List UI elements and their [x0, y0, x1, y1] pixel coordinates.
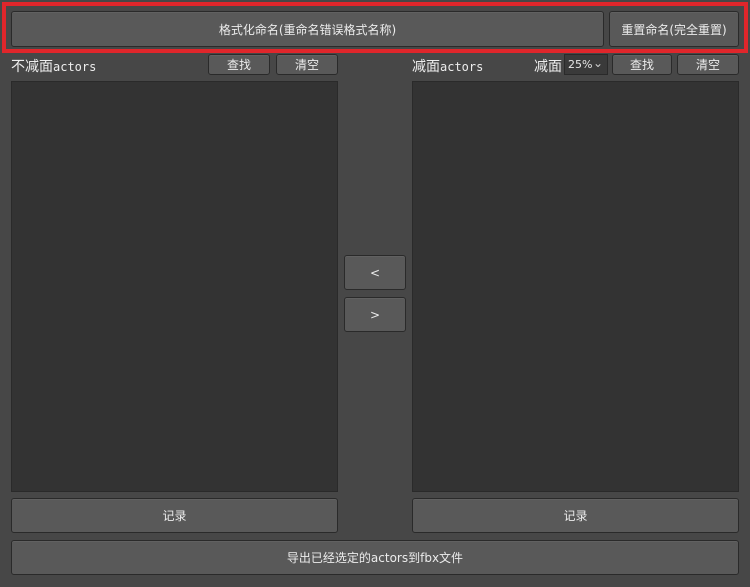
left-clear-button[interactable]: 清空 [276, 54, 338, 75]
percent-value: 25% [568, 58, 593, 71]
chevron-down-icon: ⌄ [592, 56, 603, 70]
left-actor-list[interactable] [11, 81, 338, 492]
move-right-button[interactable]: > [344, 297, 406, 332]
export-fbx-button[interactable]: 导出已经选定的actors到fbx文件 [11, 540, 739, 575]
right-clear-button[interactable]: 清空 [677, 54, 739, 75]
left-find-button[interactable]: 查找 [208, 54, 270, 75]
right-find-button[interactable]: 查找 [612, 54, 672, 75]
left-record-button[interactable]: 记录 [11, 498, 338, 533]
right-record-button[interactable]: 记录 [412, 498, 739, 533]
left-panel-title: 不减面actors [11, 59, 97, 75]
right-panel-title: 减面actors [412, 59, 484, 75]
right-actor-list[interactable] [412, 81, 739, 492]
percent-select[interactable]: 25% ⌄ [564, 54, 608, 75]
move-left-button[interactable]: < [344, 255, 406, 290]
reduce-label: 减面 [534, 59, 562, 75]
reset-rename-button[interactable]: 重置命名(完全重置) [609, 11, 739, 47]
format-rename-button[interactable]: 格式化命名(重命名错误格式名称) [11, 11, 604, 47]
